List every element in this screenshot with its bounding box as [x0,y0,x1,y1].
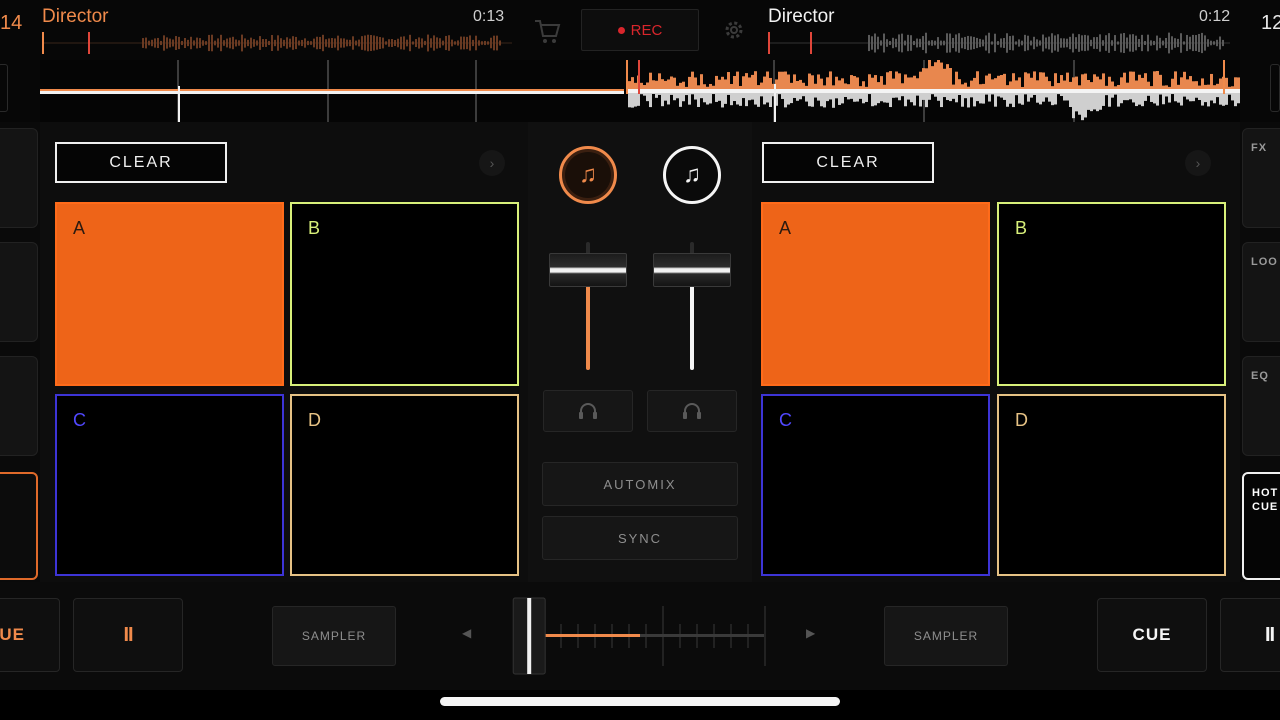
sync-button[interactable]: SYNC [542,516,738,560]
deck-a-hotcue-tab[interactable] [0,472,38,580]
top-waveform-bar: 14 12 Director 0:13 Director 0:12 REC [0,0,1280,122]
deck-a-fx-tab[interactable] [0,128,38,228]
deck-a-edge-button[interactable] [0,64,8,112]
deck-b-clear-button[interactable]: CLEAR [762,142,934,183]
deck-a-cue-button[interactable]: CUE [0,598,60,672]
deck-a-pad-a[interactable]: A [55,202,284,386]
record-button[interactable]: REC [581,9,699,51]
deck-b-volume-fader-handle[interactable] [653,253,731,288]
deck-a-track-title: Director [42,6,109,27]
triangle-right-icon[interactable]: ▶ [806,626,815,640]
pad-label: D [1015,410,1028,430]
deck-a-headphone-cue-button[interactable] [543,390,633,432]
deck-b-edge-button[interactable] [1270,64,1280,112]
deck-b-side-panel: FX LOO EQ HOT CUE [1240,122,1280,582]
pad-label: C [73,410,86,430]
deck-b-edge-number: 12 [1261,12,1280,34]
deck-b-sampler-button[interactable]: SAMPLER [884,606,1008,666]
hotcue-tab-label: HOT CUE [1252,486,1278,514]
main-waveform[interactable] [40,60,1240,122]
deck-b-cue-button[interactable]: CUE [1097,598,1207,672]
deck-b-fx-tab[interactable]: FX [1242,128,1280,228]
deck-b-play-pause-button[interactable]: II [1220,598,1280,672]
deck-a-next-page-button[interactable]: › [479,150,505,176]
deck-a-side-panel [0,122,40,582]
transport-bar: CUE II SAMPLER ◀ ▶ SAMPLER CUE II [0,582,1280,690]
shopping-cart-icon[interactable] [532,16,562,46]
deck-a-clear-button[interactable]: CLEAR [55,142,227,183]
triangle-left-icon[interactable]: ◀ [462,626,471,640]
deck-b-track-title: Director [768,6,835,27]
deck-a-volume-fader-handle[interactable] [549,253,627,288]
deck-b-time: 0:12 [1199,8,1231,25]
deck-b-headphone-cue-button[interactable] [647,390,737,432]
deck-a-eq-tab[interactable] [0,356,38,456]
pad-label: A [73,218,86,238]
deck-b-hotcue-tab[interactable]: HOT CUE [1242,472,1280,580]
deck-a-pad-b[interactable]: B [290,202,519,386]
loop-tab-label: LOO [1251,256,1278,268]
deck-a-time: 0:13 [473,8,505,25]
eq-tab-label: EQ [1251,370,1269,382]
crossfader[interactable] [508,596,772,676]
deck-a-pad-d[interactable]: D [290,394,519,576]
deck-a-loop-tab[interactable] [0,242,38,342]
record-dot-icon [617,26,625,34]
deck-b-loop-tab[interactable]: LOO [1242,242,1280,342]
pad-label: A [779,218,792,238]
headphones-icon [579,403,597,419]
deck-a-pad-c[interactable]: C [55,394,284,576]
pad-label: C [779,410,792,430]
deck-b-pad-c[interactable]: C [761,394,990,576]
pad-label: B [308,218,321,238]
deck-b-pad-b[interactable]: B [997,202,1226,386]
music-note-icon: ♫ [579,161,597,188]
headphones-icon [683,403,701,419]
hotcue-label-line-1: HOT [1252,487,1279,499]
deck-a-overview-waveform[interactable] [42,30,512,56]
deck-a-play-pause-button[interactable]: II [73,598,183,672]
deck-b-pad-a[interactable]: A [761,202,990,386]
deck-b-add-track-button[interactable]: ♫ [663,146,721,204]
fx-tab-label: FX [1251,142,1268,154]
mixer-panel: ♫ ♫ AUTOMIX SYNC [528,122,752,582]
deck-b-next-page-button[interactable]: › [1185,150,1211,176]
deck-a-add-track-button[interactable]: ♫ [559,146,617,204]
music-note-icon: ♫ [683,161,701,188]
deck-b-hotcue-panel: CLEAR › A B C D [752,122,1240,582]
record-label: REC [630,21,663,39]
home-indicator[interactable] [440,697,840,706]
deck-a-sampler-button[interactable]: SAMPLER [272,606,396,666]
deck-b-overview-waveform[interactable] [768,30,1230,56]
pad-label: D [308,410,321,430]
hotcue-label-line-2: CUE [1252,501,1279,513]
deck-a-hotcue-panel: CLEAR › A B C D [40,122,528,582]
deck-b-eq-tab[interactable]: EQ [1242,356,1280,456]
deck-a-edge-number: 14 [0,12,23,34]
automix-button[interactable]: AUTOMIX [542,462,738,506]
pad-label: B [1015,218,1028,238]
deck-b-pad-d[interactable]: D [997,394,1226,576]
gear-icon[interactable] [722,18,746,42]
